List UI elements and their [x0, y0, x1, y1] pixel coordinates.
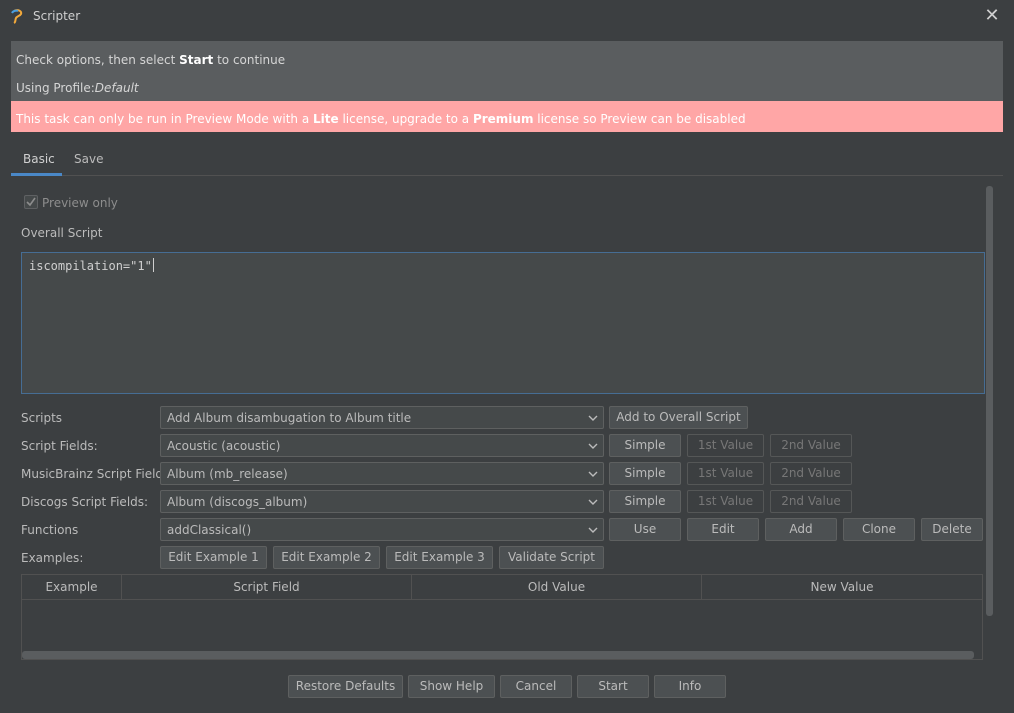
info-button[interactable]: Info — [654, 675, 726, 698]
musicbrainz-fields-dropdown[interactable]: Album (mb_release) — [160, 462, 604, 485]
warning-text: This task can only be run in Preview Mod… — [16, 112, 746, 126]
show-help-button[interactable]: Show Help — [408, 675, 495, 698]
examples-table: Example Script Field Old Value New Value — [21, 574, 983, 660]
tab-save[interactable]: Save — [62, 146, 115, 176]
script-fields-dropdown[interactable]: Acoustic (acoustic) — [160, 434, 604, 457]
script-fields-2nd-value-button[interactable]: 2nd Value — [770, 434, 852, 457]
discogs-fields-dropdown-value: Album (discogs_album) — [167, 495, 308, 509]
chevron-down-icon — [588, 527, 598, 533]
cancel-button[interactable]: Cancel — [500, 675, 572, 698]
close-icon[interactable]: ✕ — [982, 6, 1002, 26]
preview-only-label: Preview only — [42, 196, 118, 210]
instruction-text: Check options, then select Start to cont… — [16, 53, 286, 67]
musicbrainz-1st-value-button[interactable]: 1st Value — [687, 462, 764, 485]
function-clone-button[interactable]: Clone — [843, 518, 915, 541]
script-fields-simple-button[interactable]: Simple — [609, 434, 681, 457]
discogs-simple-button[interactable]: Simple — [609, 490, 681, 513]
table-header: Example Script Field Old Value New Value — [22, 575, 982, 600]
vertical-scrollbar-thumb[interactable] — [986, 186, 993, 616]
scripts-dropdown[interactable]: Add Album disambugation to Album title — [160, 406, 604, 429]
chevron-down-icon — [588, 499, 598, 505]
license-warning: This task can only be run in Preview Mod… — [11, 101, 1003, 132]
functions-dropdown-value: addClassical() — [167, 523, 252, 537]
discogs-fields-dropdown[interactable]: Album (discogs_album) — [160, 490, 604, 513]
text-caret — [152, 258, 154, 272]
add-to-overall-script-button[interactable]: Add to Overall Script — [609, 406, 748, 429]
function-add-button[interactable]: Add — [765, 518, 837, 541]
window-title: Scripter — [33, 9, 81, 23]
restore-defaults-button[interactable]: Restore Defaults — [288, 675, 403, 698]
script-fields-1st-value-button[interactable]: 1st Value — [687, 434, 764, 457]
profile-text: Using Profile:Default — [16, 81, 139, 95]
discogs-2nd-value-button[interactable]: 2nd Value — [770, 490, 852, 513]
musicbrainz-2nd-value-button[interactable]: 2nd Value — [770, 462, 852, 485]
functions-dropdown[interactable]: addClassical() — [160, 518, 604, 541]
discogs-fields-label: Discogs Script Fields: — [21, 495, 149, 509]
horizontal-scrollbar[interactable] — [22, 651, 974, 659]
chevron-down-icon — [588, 471, 598, 477]
function-edit-button[interactable]: Edit — [687, 518, 759, 541]
start-button[interactable]: Start — [577, 675, 649, 698]
function-delete-button[interactable]: Delete — [921, 518, 983, 541]
discogs-1st-value-button[interactable]: 1st Value — [687, 490, 764, 513]
column-header-example[interactable]: Example — [22, 575, 122, 600]
overall-script-editor[interactable]: iscompilation="1" — [21, 252, 985, 394]
script-fields-dropdown-value: Acoustic (acoustic) — [167, 439, 281, 453]
edit-example-1-button[interactable]: Edit Example 1 — [160, 546, 267, 569]
title-bar: Scripter ✕ — [0, 0, 1014, 34]
functions-label: Functions — [21, 523, 79, 537]
musicbrainz-fields-label: MusicBrainz Script Fields: — [21, 467, 174, 481]
function-use-button[interactable]: Use — [609, 518, 681, 541]
musicbrainz-simple-button[interactable]: Simple — [609, 462, 681, 485]
chevron-down-icon — [588, 415, 598, 421]
scripts-dropdown-value: Add Album disambugation to Album title — [167, 411, 412, 425]
overall-script-label: Overall Script — [21, 226, 103, 240]
musicbrainz-fields-dropdown-value: Album (mb_release) — [167, 467, 288, 481]
edit-example-2-button[interactable]: Edit Example 2 — [273, 546, 380, 569]
preview-only-checkbox[interactable] — [24, 195, 38, 209]
examples-label: Examples: — [21, 551, 84, 565]
edit-example-3-button[interactable]: Edit Example 3 — [386, 546, 493, 569]
tab-basic[interactable]: Basic — [11, 146, 62, 176]
scripts-label: Scripts — [21, 411, 63, 425]
validate-script-button[interactable]: Validate Script — [499, 546, 604, 569]
tab-bar: Basic Save — [11, 146, 1003, 176]
column-header-old-value[interactable]: Old Value — [412, 575, 702, 600]
column-header-new-value[interactable]: New Value — [702, 575, 982, 600]
overall-script-value: iscompilation="1" — [29, 259, 152, 273]
info-panel: Check options, then select Start to cont… — [11, 41, 1003, 101]
script-fields-label: Script Fields: — [21, 439, 98, 453]
chevron-down-icon — [588, 443, 598, 449]
app-logo-icon — [11, 9, 23, 24]
checkmark-icon — [26, 197, 36, 207]
column-header-script-field[interactable]: Script Field — [122, 575, 412, 600]
